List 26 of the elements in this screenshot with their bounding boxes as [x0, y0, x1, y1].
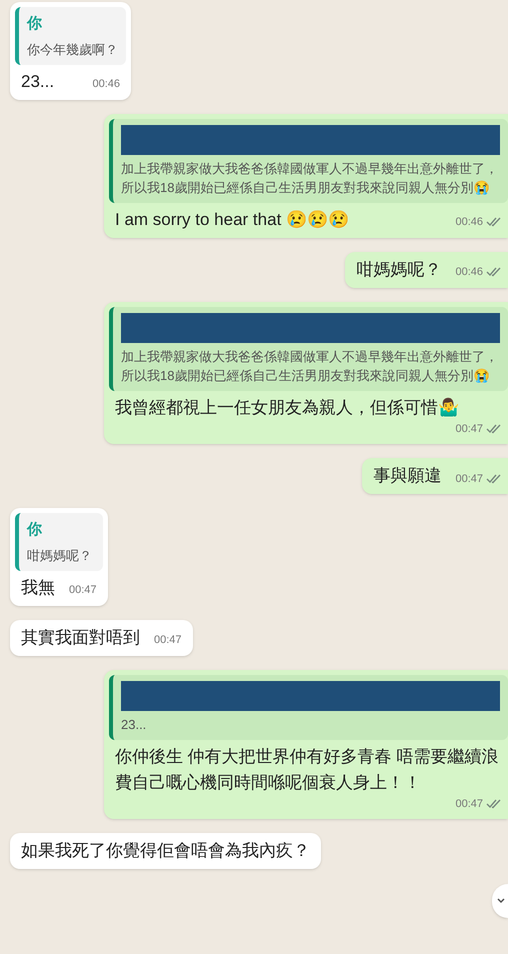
message-text: 咁媽媽呢？: [356, 258, 442, 280]
message-text: 其實我面對唔到: [21, 626, 140, 648]
scroll-down-button[interactable]: [492, 884, 508, 918]
message-time: 00:47: [69, 583, 97, 598]
message-time: 00:47: [455, 422, 483, 436]
chevron-down-icon: [497, 898, 505, 904]
quote-text: 你今年幾歲啊？: [27, 40, 118, 58]
message-time: 00:47: [154, 633, 182, 648]
message-time: 00:47: [455, 472, 483, 486]
quote-text: 23...: [121, 716, 148, 734]
quote-text: 咁媽媽呢？: [27, 546, 93, 564]
message-text: 23...: [21, 70, 54, 92]
message-time: 00:46: [455, 215, 483, 230]
message-text: 你仲後生 仲有大把世界仲有好多青春 唔需要繼續浪費自己嘅心機同時間喺呢個衰人身上！！: [115, 746, 500, 794]
quote-author: 你: [27, 14, 43, 34]
quote-text: 加上我帶親家做大我爸爸係韓國做軍人不過早幾年出意外離世了，所以我18歲開始已經係自己生活男朋友對我來說同親人無分別😭: [121, 348, 499, 384]
message-text: 我曾經都視上一任女朋友為親人，但係可惜🤷‍♂: [115, 396, 459, 418]
message-time: 00:46: [455, 265, 483, 280]
message-text: 事與願違: [373, 465, 442, 487]
quote-author: 你: [27, 520, 43, 540]
message-text: 如果我死了你覺得佢會唔會為我內疚？: [21, 840, 310, 862]
message-text: 我無: [21, 576, 55, 598]
message-text: I am sorry to hear that 😢😢😢: [115, 208, 350, 230]
message-time: 00:47: [455, 796, 483, 812]
message-time: 00:46: [92, 77, 120, 92]
quote-text: 加上我帶親家做大我爸爸係韓國做軍人不過早幾年出意外離世了，所以我18歲開始已經係自己生活男朋友對我來說同親人無分別😭: [121, 160, 499, 196]
